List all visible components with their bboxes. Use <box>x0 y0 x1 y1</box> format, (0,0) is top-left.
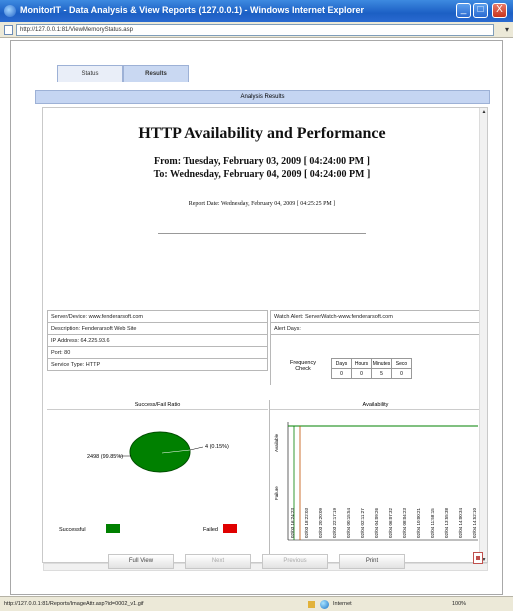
availability-chart: 02/03 16:24:23 02/03 18:22:03 02/03 20:20:… <box>274 422 478 541</box>
success-fail-ratio-title: Success/Fail Ratio <box>47 400 268 410</box>
x-tick-label: 02/04 08:04:23 <box>402 507 407 538</box>
freq-header-seconds: Seco <box>391 358 412 369</box>
pie-fail-label: 4 (0.15%) <box>205 444 229 450</box>
report-date: Report Date: Wednesday, February 04, 200… <box>188 201 336 207</box>
tab-status[interactable]: Status <box>57 65 123 82</box>
server-device-cell: Server/Device: www.fenderarsoft.com <box>47 310 268 323</box>
freq-header-minutes: Minutes <box>371 358 392 369</box>
service-type-cell: Service Type: HTTP <box>47 358 268 371</box>
x-tick-label: 02/04 14:52:10 <box>472 507 477 538</box>
security-zone: Internet <box>333 601 352 607</box>
zoom-level[interactable]: 100% <box>452 597 466 611</box>
server-info-table: Server/Device: www.fenderarsoft.com Desc… <box>47 310 268 371</box>
freq-value-minutes: 5 <box>371 368 392 379</box>
report-to-date: To: Wednesday, February 04, 2009 [ 04:24… <box>153 169 371 180</box>
y-label-available: Available <box>274 433 279 452</box>
status-url: http://127.0.0.1:81/Reports/ImageAttr.as… <box>4 601 144 607</box>
x-tick-label: 02/04 13:55:38 <box>444 507 449 538</box>
availability-chart-title: Availability <box>270 400 481 410</box>
freq-value-days: 0 <box>331 368 352 379</box>
maximize-button[interactable]: □ <box>473 3 488 18</box>
pie-success-label: 2498 (99.85%) <box>87 454 123 460</box>
lock-icon <box>308 601 315 608</box>
window-titlebar: MonitorIT - Data Analysis & View Reports… <box>0 0 513 22</box>
frequency-check-label: Frequency Check <box>290 360 316 372</box>
x-tick-label: 02/04 14:00:34 <box>458 507 463 538</box>
x-tick-label: 02/04 06:07:32 <box>388 507 393 538</box>
x-tick-label: 02/04 10:00:21 <box>416 507 421 538</box>
previous-button[interactable]: Previous <box>262 554 328 569</box>
x-tick-label: 02/03 20:20:09 <box>318 507 323 538</box>
legend-successful-swatch <box>106 524 120 533</box>
address-bar: http://127.0.0.1:81/ViewMemoryStatus.asp… <box>0 22 513 38</box>
full-view-button[interactable]: Full View <box>108 554 174 569</box>
x-tick-label: 02/04 00:15:54 <box>346 507 351 538</box>
availability-axes <box>287 422 478 541</box>
alert-days-cell: Alert Days: <box>270 322 481 335</box>
success-fail-pie-chart: 2498 (99.85%) 4 (0.15%) Successful Faile… <box>59 431 237 533</box>
x-tick-label: 02/03 16:24:23 <box>290 507 295 538</box>
page-icon <box>4 25 13 35</box>
frequency-table: Days Hours Minutes Seco 0 0 5 0 <box>331 358 412 379</box>
x-tick-label: 02/04 02:11:27 <box>360 508 365 538</box>
window-title: MonitorIT - Data Analysis & View Reports… <box>20 5 364 15</box>
freq-value-seconds: 0 <box>391 368 412 379</box>
analysis-results-header: Analysis Results <box>35 90 490 104</box>
legend-failed-swatch <box>223 524 237 533</box>
print-button[interactable]: Print <box>339 554 405 569</box>
globe-icon <box>320 600 329 609</box>
tab-results[interactable]: Results <box>123 65 189 82</box>
port-cell: Port: 80 <box>47 346 268 359</box>
availability-lines <box>288 425 478 540</box>
internet-explorer-icon <box>4 5 16 17</box>
availability-x-ticks: 02/03 16:24:23 02/03 18:22:03 02/03 20:20:… <box>290 507 477 538</box>
pie-slice-success <box>129 431 191 473</box>
report-panel: HTTP Availability and Performance From: … <box>42 107 488 563</box>
freq-header-days: Days <box>331 358 352 369</box>
legend-successful-label: Successful <box>59 527 86 533</box>
report-from-date: From: Tuesday, February 03, 2009 [ 04:24… <box>154 156 370 167</box>
vertical-scrollbar[interactable]: ▲ ▼ <box>479 108 487 562</box>
close-button[interactable]: X <box>492 3 507 18</box>
scroll-up-arrow-icon[interactable]: ▲ <box>481 109 487 115</box>
x-tick-label: 02/04 11:58:15 <box>430 508 435 538</box>
freq-value-hours: 0 <box>351 368 372 379</box>
minimize-button[interactable]: _ <box>456 3 471 18</box>
watch-alert-cell: Watch Alert: ServerWatch-www.fenderarsof… <box>270 310 481 323</box>
chevron-down-icon[interactable]: ▾ <box>505 25 509 34</box>
separator-line <box>158 233 366 234</box>
description-cell: Description: Fenderarsoft Web Site <box>47 322 268 335</box>
ip-address-cell: IP Address: 64.225.93.6 <box>47 334 268 347</box>
x-tick-label: 02/03 22:17:19 <box>332 507 337 538</box>
pdf-export-icon[interactable] <box>473 552 483 564</box>
address-input[interactable]: http://127.0.0.1:81/ViewMemoryStatus.asp <box>16 24 494 36</box>
fail-leader-line <box>189 446 204 451</box>
freq-header-hours: Hours <box>351 358 372 369</box>
x-tick-label: 02/04 04:09:26 <box>374 507 379 538</box>
legend-failed-label: Failed <box>203 527 218 533</box>
status-bar: http://127.0.0.1:81/Reports/ImageAttr.as… <box>0 596 513 611</box>
y-label-failure: Failure <box>274 486 279 500</box>
x-tick-label: 02/03 18:22:03 <box>304 507 309 538</box>
content-frame: Status Results Analysis Results HTTP Ava… <box>10 40 503 595</box>
next-button[interactable]: Next <box>185 554 251 569</box>
report-title: HTTP Availability and Performance <box>138 125 386 142</box>
